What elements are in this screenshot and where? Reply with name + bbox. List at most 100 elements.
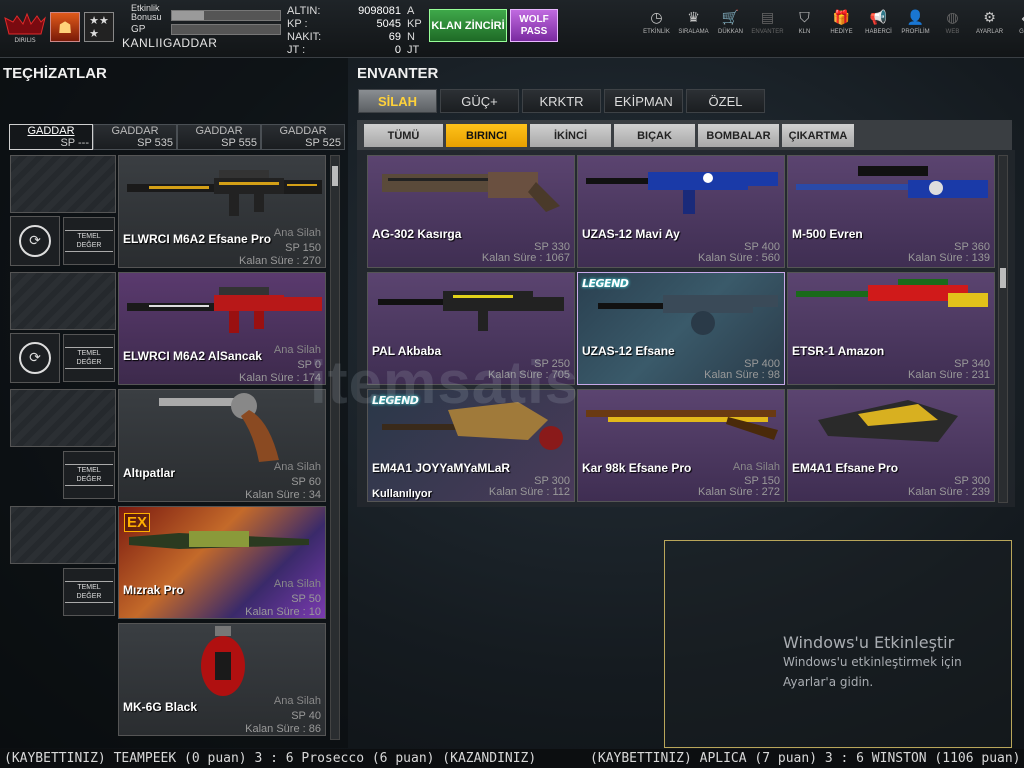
nav-envanter[interactable]: ▤ ENVANTER [749,8,786,36]
item-time: Kalan Süre : 1067 [481,252,570,264]
subtab-bombalar[interactable]: BOMBALAR [698,124,779,147]
nav-label: KLN [798,29,811,35]
nav-profilim[interactable]: 👤 PROFİLİM [897,8,934,36]
inventory-item[interactable]: Kar 98k Efsane Pro Ana Silah SP 150 Kala… [577,389,785,502]
inventory-item[interactable]: UZAS-12 Mavi Ay SP 400 Kalan Süre : 560 [577,155,785,268]
wolf-pass-line1: WOLF [519,14,549,25]
scroll-thumb[interactable] [332,166,338,186]
weapon-time: Kalan Süre : 86 [245,723,321,735]
ticker-item: (KAYBETTINIZ) TEAMPEEK (0 puan) 3 : 6 Pr… [4,751,537,766]
tab-guc[interactable]: GÜÇ+ [440,89,519,113]
item-name: EM4A1 Efsane Pro [792,461,899,475]
gp-progress-bar [171,24,281,35]
nav-klan[interactable]: ⛉ KLN [786,8,823,36]
temel-deger-button[interactable]: TEMEL DEĞER [63,451,115,499]
bonus-label: Etkinlik Bonusu [131,3,162,22]
weapon-time: Kalan Süre : 174 [239,372,321,384]
watermark-text: itemsatis [310,349,580,416]
nav-web[interactable]: ◍ WEB [934,8,971,36]
gear-icon: ⚙ [983,10,996,26]
tab-krktr[interactable]: KRKTR [522,89,601,113]
temel-deger-button[interactable]: TEMEL DEĞER [63,334,115,382]
gift-icon: 🎁 [832,10,851,26]
weapon-sp: SP 50 [291,593,321,605]
inventory-item[interactable]: ETSR-1 Amazon SP 340 Kalan Süre : 231 [787,272,995,385]
reload-icon: ⟳ [19,225,51,257]
inventory-item[interactable]: AG-302 Kasırga SP 330 Kalan Süre : 1067 [367,155,575,268]
wolf-pass-line2: PASS [520,26,548,37]
equip-slot-empty[interactable] [10,506,116,564]
subtab-tumu[interactable]: TÜMÜ [364,124,443,147]
currency-unit: A [407,5,415,17]
inventory-item[interactable]: EM4A1 Efsane Pro SP 300 Kalan Süre : 239 [787,389,995,502]
inventory-title: ENVANTER [357,65,439,82]
weapon-time: Kalan Süre : 34 [245,489,321,501]
loadout-tabs: GADDAR SP --- GADDAR SP 535 GADDAR SP 555 G… [9,124,345,150]
nav-label: PROFİLİM [901,29,930,35]
temel-line2: DEĞER [76,359,102,366]
temel-deger-button[interactable]: TEMEL DEĞER [63,217,115,265]
equipment-scrollbar[interactable] [330,155,340,740]
item-time: Kalan Süre : 239 [908,486,990,498]
nav-siralama[interactable]: ♛ SIRALAMA [675,8,712,36]
bonus-progress-bar [171,10,281,21]
weapon-sp: SP 150 [285,242,321,254]
subtab-cikartma[interactable]: ÇIKARTMA [782,124,854,147]
weapon-name: Altıpatlar [123,466,176,480]
clan-logo: DIRILIS [4,12,46,44]
equipped-weapon-card[interactable]: ELWRCI M6A2 Efsane Pro Ana Silah SP 150 … [118,155,326,268]
temel-line2: DEĞER [76,476,102,483]
reload-icon-box: ⟳ [10,333,60,383]
rifle-red-image [127,287,322,333]
loadout-tab-2[interactable]: GADDAR SP 535 [93,124,177,150]
nav-haberci[interactable]: 📢 HABERCİ [860,8,897,36]
rank-badge: ☗ [50,12,80,42]
loadout-name: GADDAR [279,125,327,137]
tab-ozel[interactable]: ÖZEL [686,89,765,113]
weapon-type: Ana Silah [273,578,321,590]
rifle-yellow-image [378,291,564,331]
equip-slot-empty[interactable] [10,389,116,447]
nav-etkinlik[interactable]: ◷ ETKİNLİK [638,8,675,36]
loadout-name: GADDAR [195,125,243,137]
item-name: EM4A1 JOYYaMYaMLaR [372,461,511,475]
item-time: Kalan Süre : 98 [704,369,780,381]
temel-deger-button[interactable]: TEMEL DEĞER [63,568,115,616]
equip-slot-empty[interactable] [10,155,116,213]
inventory-item[interactable]: LEGEND UZAS-12 Efsane SP 400 Kalan Süre … [577,272,785,385]
nav-geri[interactable]: «GERİ [1008,8,1024,36]
top-nav: ◷ ETKİNLİK ♛ SIRALAMA 🛒 DÜKKAN ▤ ENVANTER ⛉ K… [638,8,1024,36]
loadout-sp: SP --- [60,137,89,149]
nav-label: GERİ [1019,29,1024,35]
windows-activation-notice: Windows'u Etkinleştir Windows'u etkinleş… [783,633,962,692]
back-icon: « [1008,8,1024,28]
loadout-sp: SP 555 [221,137,257,149]
equipped-weapon-card[interactable]: Altıpatlar Ana Silah SP 60 Kalan Süre : … [118,389,326,502]
loadout-tab-3[interactable]: GADDAR SP 555 [177,124,261,150]
inventory-item[interactable]: M-500 Evren SP 360 Kalan Süre : 139 [787,155,995,268]
currency-panel: ALTIN: 9098081 A KP : 5045 KP NAKIT: 69 … [287,5,422,57]
item-name: M-500 Evren [792,227,863,241]
loadout-tab-1[interactable]: GADDAR SP --- [9,124,93,150]
nav-dukkan[interactable]: 🛒 DÜKKAN [712,8,749,36]
subtab-birinci[interactable]: BIRINCI [446,124,527,147]
equipped-weapon-card[interactable]: ELWRCI M6A2 AlSancak Ana Silah SP 0 Kala… [118,272,326,385]
wolf-pass-button[interactable]: WOLF PASS [510,9,558,42]
nav-hediye[interactable]: 🎁 HEDİYE [823,8,860,36]
scroll-thumb[interactable] [1000,268,1006,288]
equip-slot-empty[interactable] [10,272,116,330]
subtab-bicak[interactable]: BIÇAK [614,124,695,147]
inventory-scrollbar[interactable] [998,155,1008,503]
equipped-weapon-card[interactable]: MK-6G Black Ana Silah SP 40 Kalan Süre :… [118,623,326,736]
globe-icon: ◍ [946,10,959,26]
subtab-ikinci[interactable]: İKİNCİ [530,124,611,147]
loadout-sp: SP 525 [305,137,341,149]
equipped-weapon-card[interactable]: EX Mızrak Pro Ana Silah SP 50 Kalan Süre… [118,506,326,619]
temel-line2: DEĞER [76,593,102,600]
klan-zinciri-button[interactable]: KLAN ZİNCİRİ [429,9,507,42]
loadout-tab-4[interactable]: GADDAR SP 525 [261,124,345,150]
tab-silah[interactable]: SİLAH [358,89,437,113]
kar98k-image [586,410,778,440]
tab-ekipman[interactable]: EKİPMAN [604,89,683,113]
nav-ayarlar[interactable]: ⚙ AYARLAR [971,8,1008,36]
